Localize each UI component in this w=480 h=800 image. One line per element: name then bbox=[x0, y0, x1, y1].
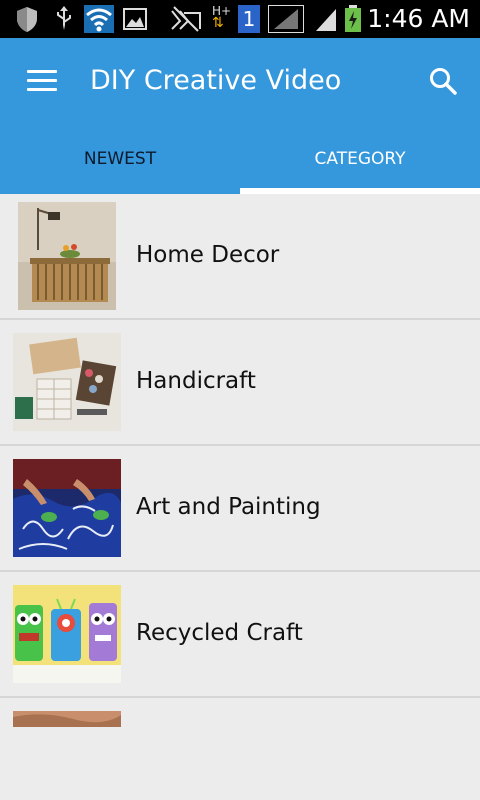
network-type: H+ ⇅ bbox=[212, 4, 232, 31]
status-time: 1:46 AM bbox=[367, 4, 470, 33]
category-label: Handicraft bbox=[136, 368, 256, 394]
category-item-partial[interactable] bbox=[0, 698, 480, 732]
sim-badge-label: 1 bbox=[242, 7, 256, 31]
category-item-handicraft[interactable]: Handicraft bbox=[0, 320, 480, 446]
recycled-craft-thumbnail bbox=[13, 585, 121, 683]
battery-icon bbox=[345, 5, 361, 32]
no-signal-icon bbox=[171, 6, 201, 32]
category-label: Art and Painting bbox=[136, 494, 321, 520]
signal-strength-icon bbox=[268, 5, 304, 33]
category-item-home-decor[interactable]: Home Decor bbox=[0, 194, 480, 320]
category-item-recycled-craft[interactable]: Recycled Craft bbox=[0, 572, 480, 698]
hamburger-icon[interactable] bbox=[27, 70, 57, 92]
search-icon[interactable] bbox=[428, 66, 458, 96]
app-title: DIY Creative Video bbox=[90, 65, 342, 96]
tab-newest[interactable]: NEWEST bbox=[0, 134, 240, 194]
image-icon bbox=[123, 8, 147, 30]
app-bar: DIY Creative Video NEWEST CATEGORY bbox=[0, 38, 480, 194]
shield-icon bbox=[17, 7, 37, 32]
art-and-painting-thumbnail bbox=[13, 459, 121, 557]
status-bar: H+ ⇅ 1 1:46 AM bbox=[0, 0, 480, 38]
category-item-art-and-painting[interactable]: Art and Painting bbox=[0, 446, 480, 572]
category-label: Home Decor bbox=[136, 242, 280, 268]
cellular-icon bbox=[316, 9, 336, 31]
tab-bar: NEWEST CATEGORY bbox=[0, 134, 480, 194]
sim-badge: 1 bbox=[238, 5, 260, 33]
home-decor-thumbnail bbox=[18, 202, 116, 310]
partial-thumbnail bbox=[13, 711, 121, 727]
usb-icon bbox=[57, 6, 71, 30]
category-label: Recycled Craft bbox=[136, 620, 303, 646]
handicraft-thumbnail bbox=[13, 333, 121, 431]
tab-category[interactable]: CATEGORY bbox=[240, 134, 480, 194]
wifi-icon bbox=[84, 5, 114, 33]
